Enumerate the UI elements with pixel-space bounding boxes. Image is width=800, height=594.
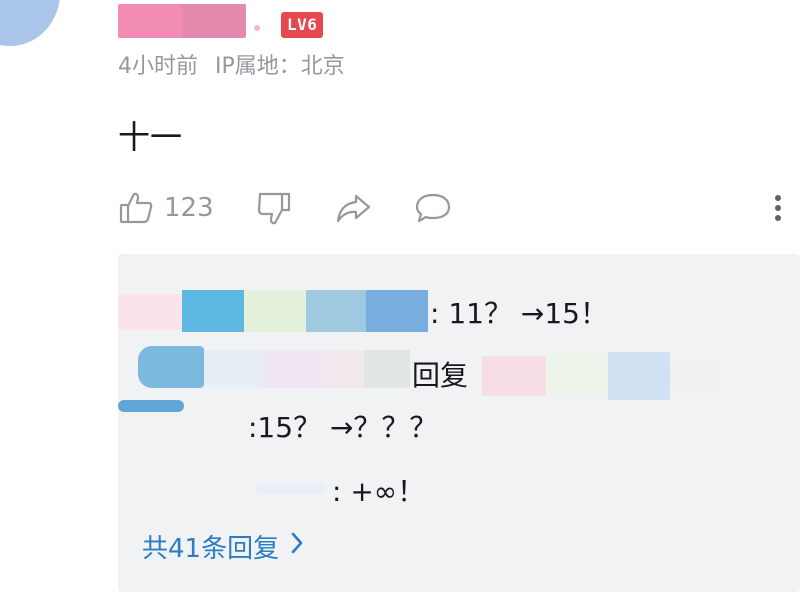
comment-meta: 4小时前 IP属地：北京 [118,48,345,80]
dislike-button[interactable] [256,186,292,230]
comment-icon [414,190,452,226]
action-bar: 123 [118,186,798,230]
username-blurred[interactable] [118,4,246,38]
reply-3-text: : +∞！ [332,475,426,508]
reply-username-blurred[interactable] [118,400,198,418]
reply-username-blurred[interactable] [138,346,410,392]
share-icon [334,190,372,226]
reply-to-label: 回复 [412,359,469,392]
reply-button[interactable] [414,186,452,230]
reply-1-text: : 11？ →15！ [430,297,608,330]
level-badge: LV6 [281,12,324,38]
like-button[interactable]: 123 [118,186,214,230]
username-blur-fragment [254,25,260,31]
reply-target-username-blurred[interactable] [482,352,732,402]
more-button[interactable] [768,186,788,230]
comment-text: 十一 [118,118,183,156]
thumbs-up-icon [118,190,154,226]
ip-location: IP属地：北京 [215,54,345,79]
share-button[interactable] [334,186,372,230]
comment-time: 4小时前 [118,54,198,79]
like-count: 123 [164,193,214,223]
more-vertical-icon [768,190,788,226]
reply-panel: : 11？ →15！ 回复 :15？ →？？？ : +∞！ 共41条回复 [118,254,800,592]
view-all-label: 共41条回复 [142,534,280,564]
avatar[interactable] [0,0,60,46]
view-all-replies-link[interactable]: 共41条回复 [142,528,305,565]
reply-username-blurred[interactable] [118,290,428,332]
comment-card: LV6 4小时前 IP属地：北京 十一 123: 11？ →15！ 回复:1… [0,0,800,594]
chevron-right-icon [279,530,305,563]
reply-username-blurred[interactable] [256,480,328,498]
thumbs-down-icon [256,190,292,226]
reply-2-text: :15？ →？？？ [248,411,438,444]
